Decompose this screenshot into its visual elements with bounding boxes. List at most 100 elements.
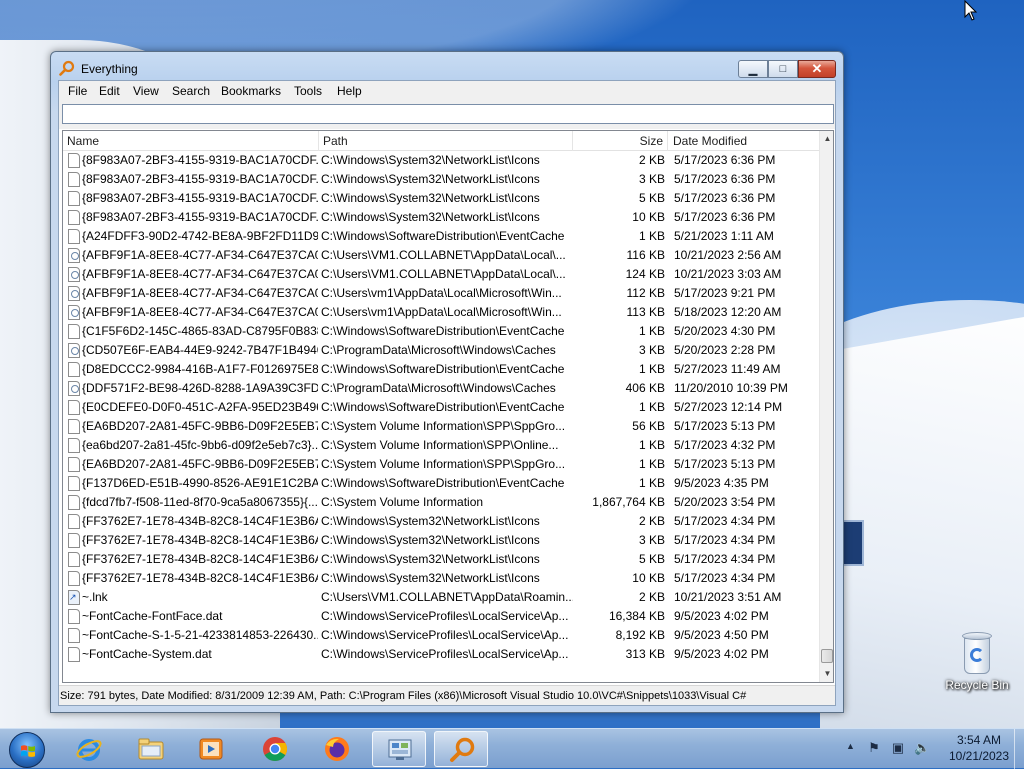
menu-bookmarks[interactable]: Bookmarks [219,84,283,98]
table-row[interactable]: {8F983A07-2BF3-4155-9319-BAC1A70CDF... C:… [63,151,819,170]
chrome-taskbar-button[interactable] [248,731,302,767]
table-row[interactable]: {DDF571F2-BE98-426D-8288-1A9A39C3FD... C:… [63,379,819,398]
table-row[interactable]: {FF3762E7-1E78-434B-82C8-14C4F1E3B6A... C… [63,569,819,588]
cell-size: 1 KB [638,438,665,452]
file-icon [68,172,80,187]
menu-edit[interactable]: Edit [97,84,122,98]
list-header: Name Path Size Date Modified [63,131,819,151]
column-header-name[interactable]: Name [65,131,315,151]
cell-size: 5 KB [638,552,665,566]
status-bar: Size: 791 bytes, Date Modified: 8/31/200… [59,685,835,705]
file-icon [68,210,80,225]
cell-path: C:\System Volume Information\SPP\SppGro.… [321,419,566,433]
file-icon [68,362,80,377]
minimize-button[interactable]: ▁ [738,60,768,78]
table-row[interactable]: {AFBF9F1A-8EE8-4C77-AF34-C647E37CA0... C:… [63,265,819,284]
scrollbar-thumb[interactable] [821,649,833,663]
table-row[interactable]: {8F983A07-2BF3-4155-9319-BAC1A70CDF... C:… [63,170,819,189]
recycle-bin-desktop-icon[interactable]: Recycle Bin [944,630,1010,692]
media-player-taskbar-button[interactable] [184,731,238,767]
table-row[interactable]: {AFBF9F1A-8EE8-4C77-AF34-C647E37CA0... C:… [63,303,819,322]
menu-help[interactable]: Help [335,84,364,98]
column-header-date-modified[interactable]: Date Modified [671,131,816,151]
cell-path: C:\Windows\ServiceProfiles\LocalService\… [321,647,569,661]
table-row[interactable]: {8F983A07-2BF3-4155-9319-BAC1A70CDF... C:… [63,208,819,227]
menu-file[interactable]: File [66,84,89,98]
title-bar[interactable]: Everything ▁ □ ✕ [51,52,843,82]
table-row[interactable]: {fdcd7fb7-f508-11ed-8f70-9ca5a8067355}{.… [63,493,819,512]
cell-date-modified: 5/17/2023 6:36 PM [674,153,776,167]
volume-muted-icon[interactable]: 🔈 [914,740,930,756]
table-row[interactable]: ~FontCache-FontFace.dat C:\Windows\Servic… [63,607,819,626]
cell-name: ~FontCache-System.dat [82,647,212,661]
clock-date: 10/21/2023 [948,749,1010,763]
table-row[interactable]: ~FontCache-System.dat C:\Windows\ServiceP… [63,645,819,664]
scroll-down-arrow-icon[interactable]: ▼ [820,666,833,682]
everything-app-icon [59,60,75,76]
clock[interactable]: 3:54 AM 10/21/2023 [940,732,1018,764]
start-button[interactable] [4,730,50,768]
table-row[interactable]: {E0CDEFE0-D0F0-451C-A2FA-95ED23B496... C:… [63,398,819,417]
column-header-size[interactable]: Size [573,131,665,151]
table-row[interactable]: ~FontCache-S-1-5-21-4233814853-226430...… [63,626,819,645]
cell-size: 2 KB [638,514,665,528]
window-title: Everything [81,62,138,76]
table-row[interactable]: {F137D6ED-E51B-4990-8526-AE91E1C2BA4... C… [63,474,819,493]
cell-path: C:\ProgramData\Microsoft\Windows\Caches [321,381,556,395]
cell-date-modified: 5/17/2023 6:36 PM [674,172,776,186]
vertical-scrollbar[interactable]: ▲ ▼ [819,131,833,682]
file-icon [68,438,80,453]
control-panel-taskbar-button[interactable] [372,731,426,767]
cell-path: C:\Windows\ServiceProfiles\LocalService\… [321,628,569,642]
column-divider[interactable] [667,131,668,151]
cell-name: {8F983A07-2BF3-4155-9319-BAC1A70CDF... [82,191,318,205]
image-file-icon [68,286,80,301]
table-row[interactable]: {8F983A07-2BF3-4155-9319-BAC1A70CDF... C:… [63,189,819,208]
cell-path: C:\Users\VM1.COLLABNET\AppData\Local\... [321,267,566,281]
table-row[interactable]: {EA6BD207-2A81-45FC-9BB6-D09F2E5EB7... C:… [63,417,819,436]
table-row[interactable]: {D8EDCCC2-9984-416B-A1F7-F0126975E8F... C… [63,360,819,379]
close-button[interactable]: ✕ [798,60,836,78]
table-row[interactable]: {AFBF9F1A-8EE8-4C77-AF34-C647E37CA0... C:… [63,284,819,303]
table-row[interactable]: {FF3762E7-1E78-434B-82C8-14C4F1E3B6A... C… [63,512,819,531]
search-input[interactable] [62,104,834,124]
control-panel-icon [388,739,412,760]
image-file-icon [68,248,80,263]
minimize-icon: ▁ [748,63,758,76]
cell-name: {E0CDEFE0-D0F0-451C-A2FA-95ED23B496... [82,400,318,414]
table-row[interactable]: {FF3762E7-1E78-434B-82C8-14C4F1E3B6A... C… [63,531,819,550]
table-row[interactable]: ~.lnk C:\Users\VM1.COLLABNET\AppData\Roam… [63,588,819,607]
table-row[interactable]: {ea6bd207-2a81-45fc-9bb6-d09f2e5eb7c3}..… [63,436,819,455]
table-row[interactable]: {CD507E6F-EAB4-44E9-9242-7B47F1B4940... C… [63,341,819,360]
table-row[interactable]: {EA6BD207-2A81-45FC-9BB6-D09F2E5EB7... C:… [63,455,819,474]
firefox-icon [325,737,349,761]
show-desktop-button[interactable] [1014,729,1024,769]
column-divider[interactable] [318,131,319,151]
cell-path: C:\Users\vm1\AppData\Local\Microsoft\Win… [321,305,562,319]
scroll-up-arrow-icon[interactable]: ▲ [820,131,833,147]
action-center-flag-icon[interactable]: ⚑ [866,740,882,756]
table-row[interactable]: {A24FDFF3-90D2-4742-BE8A-9BF2FD11D9... C:… [63,227,819,246]
column-header-path[interactable]: Path [321,131,571,151]
menu-view[interactable]: View [131,84,161,98]
clock-time: 3:54 AM [956,733,1002,747]
file-icon [68,533,80,548]
cell-size: 124 KB [625,267,665,281]
cell-name: ~.lnk [82,590,108,604]
file-icon [68,400,80,415]
table-row[interactable]: {AFBF9F1A-8EE8-4C77-AF34-C647E37CA0... C:… [63,246,819,265]
table-row[interactable]: {C1F5F6D2-145C-4865-83AD-C8795F0B838... C… [63,322,819,341]
cell-name: {EA6BD207-2A81-45FC-9BB6-D09F2E5EB7... [82,419,318,433]
internet-explorer-taskbar-button[interactable] [62,731,116,767]
file-explorer-taskbar-button[interactable] [124,731,178,767]
cell-size: 1 KB [638,362,665,376]
network-icon[interactable]: ▣ [890,740,906,756]
maximize-button[interactable]: □ [768,60,798,78]
menu-search[interactable]: Search [170,84,212,98]
firefox-taskbar-button[interactable] [310,731,364,767]
show-hidden-icons-arrow-icon[interactable]: ▲ [846,741,855,751]
everything-taskbar-button[interactable] [434,731,488,767]
table-row[interactable]: {FF3762E7-1E78-434B-82C8-14C4F1E3B6A... C… [63,550,819,569]
menu-tools[interactable]: Tools [292,84,324,98]
cell-size: 3 KB [638,343,665,357]
